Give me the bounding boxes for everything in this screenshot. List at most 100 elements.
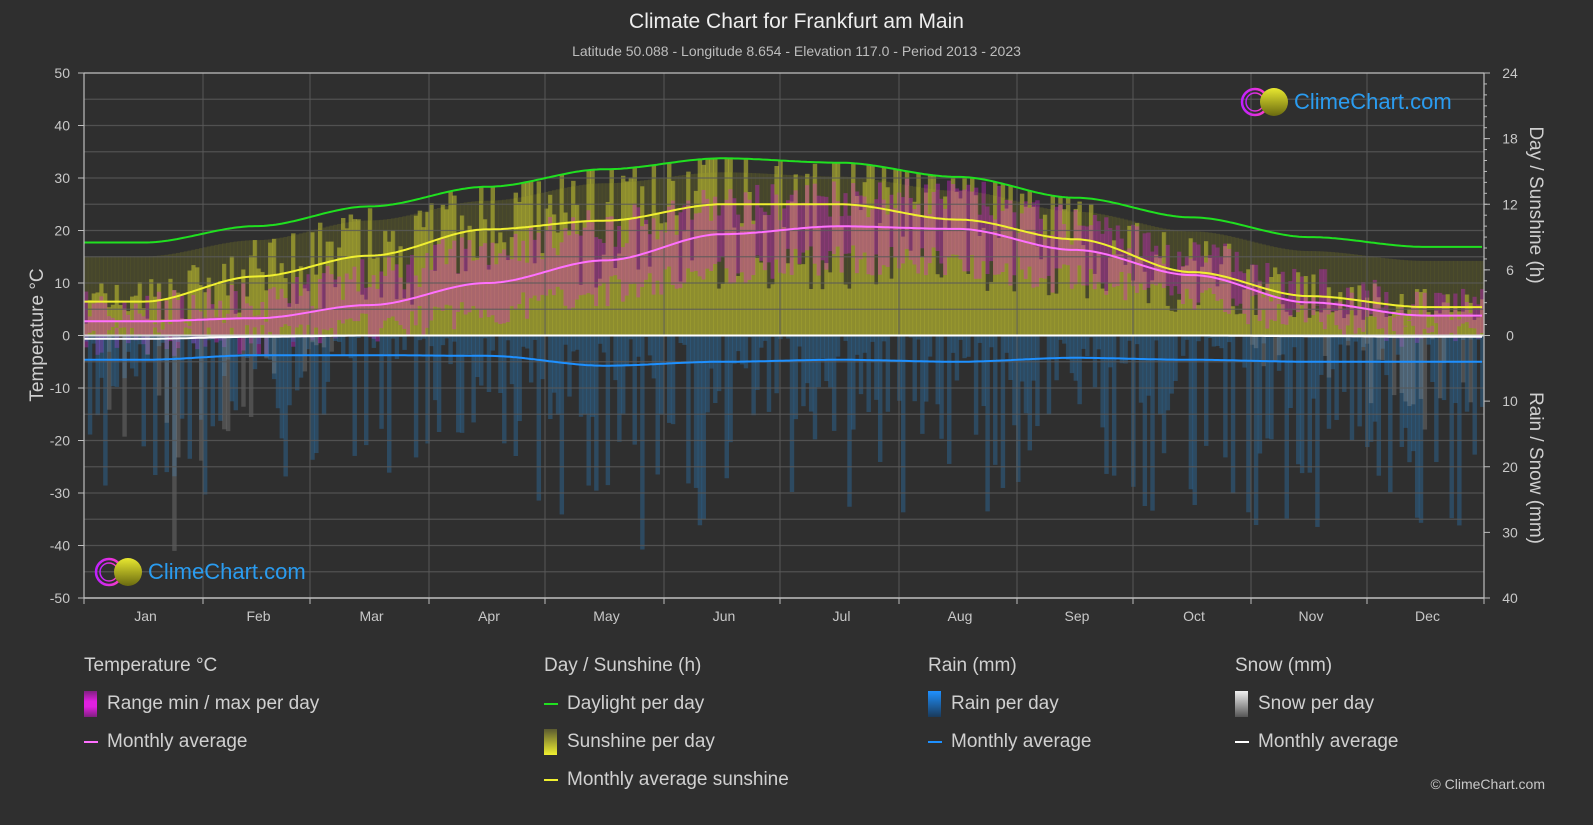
- rain-bar: [1414, 335, 1420, 518]
- temp-range-bar: [440, 238, 446, 311]
- legend-item-sunshine-avg: Monthly average sunshine: [544, 766, 789, 794]
- rain-bar: [555, 335, 561, 415]
- rain-bar: [854, 335, 860, 355]
- rain-bar: [1319, 335, 1324, 375]
- rain-bar: [993, 335, 998, 465]
- temp-range-bar: [436, 244, 442, 308]
- sunshine-bar: [1100, 288, 1105, 336]
- temp-range-bar: [1046, 235, 1052, 276]
- temp-range-bar: [532, 239, 538, 296]
- temp-range-bar: [578, 235, 584, 296]
- rain-bar: [594, 335, 599, 491]
- rain-bar: [1280, 335, 1286, 355]
- sunshine-bar: [647, 266, 653, 336]
- temp-range-bar: [870, 209, 875, 276]
- rain-bar: [709, 335, 714, 369]
- temp-range-bar: [1326, 297, 1332, 315]
- temp-range-bar: [433, 244, 438, 307]
- rain-bar: [490, 335, 496, 351]
- logo-top-right[interactable]: ClimeChart.com: [1240, 86, 1452, 118]
- rain-bar: [1449, 335, 1454, 519]
- legend-item-snow-avg: Monthly average: [1235, 728, 1398, 756]
- sunshine-bar: [1296, 272, 1301, 336]
- rain-bar: [1165, 335, 1171, 411]
- temp-range-bar: [1123, 249, 1128, 301]
- rain-bar: [1330, 335, 1336, 370]
- temp-range-bar: [490, 242, 496, 316]
- legend-temperature: Temperature °C Range min / max per day M…: [84, 652, 319, 766]
- temp-range-bar: [394, 264, 400, 321]
- rain-bar: [667, 335, 672, 423]
- temp-range-bar: [1196, 244, 1201, 303]
- rain-bar: [502, 335, 507, 444]
- copyright: © ClimeChart.com: [1430, 776, 1545, 792]
- temp-range-bar: [843, 193, 848, 254]
- rain-bar: [1085, 335, 1090, 357]
- rain-bar: [153, 335, 158, 476]
- temp-range-bar: [233, 291, 239, 338]
- temp-range-bar: [766, 214, 772, 263]
- sunshine-bar: [1368, 315, 1374, 336]
- temp-range-bar: [187, 325, 192, 329]
- snow-bar: [329, 335, 334, 352]
- temp-range-bar: [1391, 317, 1397, 332]
- rain-bar: [1173, 335, 1178, 381]
- rain-bar: [947, 335, 952, 464]
- temp-range-bar: [805, 185, 810, 251]
- legend-rain: Rain (mm) Rain per day Monthly average: [928, 652, 1091, 766]
- temp-range-bar: [877, 182, 883, 275]
- snow-bar: [156, 335, 162, 396]
- temp-range-bar: [452, 240, 457, 330]
- temp-range-bar: [973, 187, 979, 279]
- snow-bar: [1322, 335, 1328, 356]
- temp-range-bar: [697, 212, 703, 277]
- temp-range-bar: [636, 207, 641, 298]
- legend-label: Monthly average sunshine: [567, 769, 789, 790]
- rain-bar: [1169, 335, 1174, 394]
- left-tick-label: 20: [54, 223, 70, 239]
- sunshine-bar: [1012, 291, 1017, 336]
- rain-bar: [141, 335, 146, 447]
- snow-bar: [252, 335, 258, 357]
- right-top-tick-label: 12: [1502, 196, 1518, 212]
- rain-bar: [229, 335, 235, 402]
- temp-range-bar: [1361, 282, 1366, 332]
- right-bottom-tick-label: 20: [1502, 459, 1518, 475]
- temp-range-bar: [521, 240, 526, 293]
- temp-range-bar: [613, 246, 618, 276]
- snow-bar: [222, 335, 227, 430]
- rain-bar: [210, 335, 216, 427]
- right-top-tick-label: 0: [1506, 328, 1514, 344]
- sunshine-bar: [736, 276, 741, 336]
- snow-swatch: [1235, 691, 1248, 717]
- rain-bar: [436, 335, 442, 433]
- legend-title: Snow (mm): [1235, 655, 1333, 676]
- rain-bar: [693, 335, 699, 488]
- sunshine-bar: [889, 278, 894, 336]
- temp-range-bar: [482, 243, 488, 310]
- temp-range-bar: [463, 248, 469, 315]
- snow-bar: [1253, 335, 1259, 349]
- sunshine-bar: [597, 278, 603, 336]
- rain-bar: [690, 335, 695, 364]
- sunshine-bar: [1146, 303, 1151, 336]
- logo-bottom-left[interactable]: ClimeChart.com: [94, 556, 306, 588]
- rain-bar: [1299, 335, 1305, 474]
- temp-range-bar: [1430, 325, 1435, 333]
- temp-range-bar: [456, 273, 461, 312]
- temp-range-bar: [1073, 209, 1079, 285]
- rain-bar: [1257, 335, 1263, 454]
- rain-bar: [310, 335, 315, 460]
- temp-range-bar: [118, 322, 123, 328]
- rain-avg-swatch: [928, 741, 942, 743]
- rain-bar: [1223, 335, 1228, 458]
- sunshine-bar: [828, 272, 833, 336]
- rain-bar: [1315, 335, 1320, 527]
- temp-range-bar: [329, 274, 334, 329]
- rain-bar: [1219, 335, 1224, 349]
- temp-range-bar: [364, 287, 369, 314]
- temp-range-bar: [1042, 239, 1048, 279]
- rain-bar: [858, 335, 864, 395]
- rain-bar: [1023, 335, 1029, 414]
- temp-range-bar: [1384, 292, 1389, 341]
